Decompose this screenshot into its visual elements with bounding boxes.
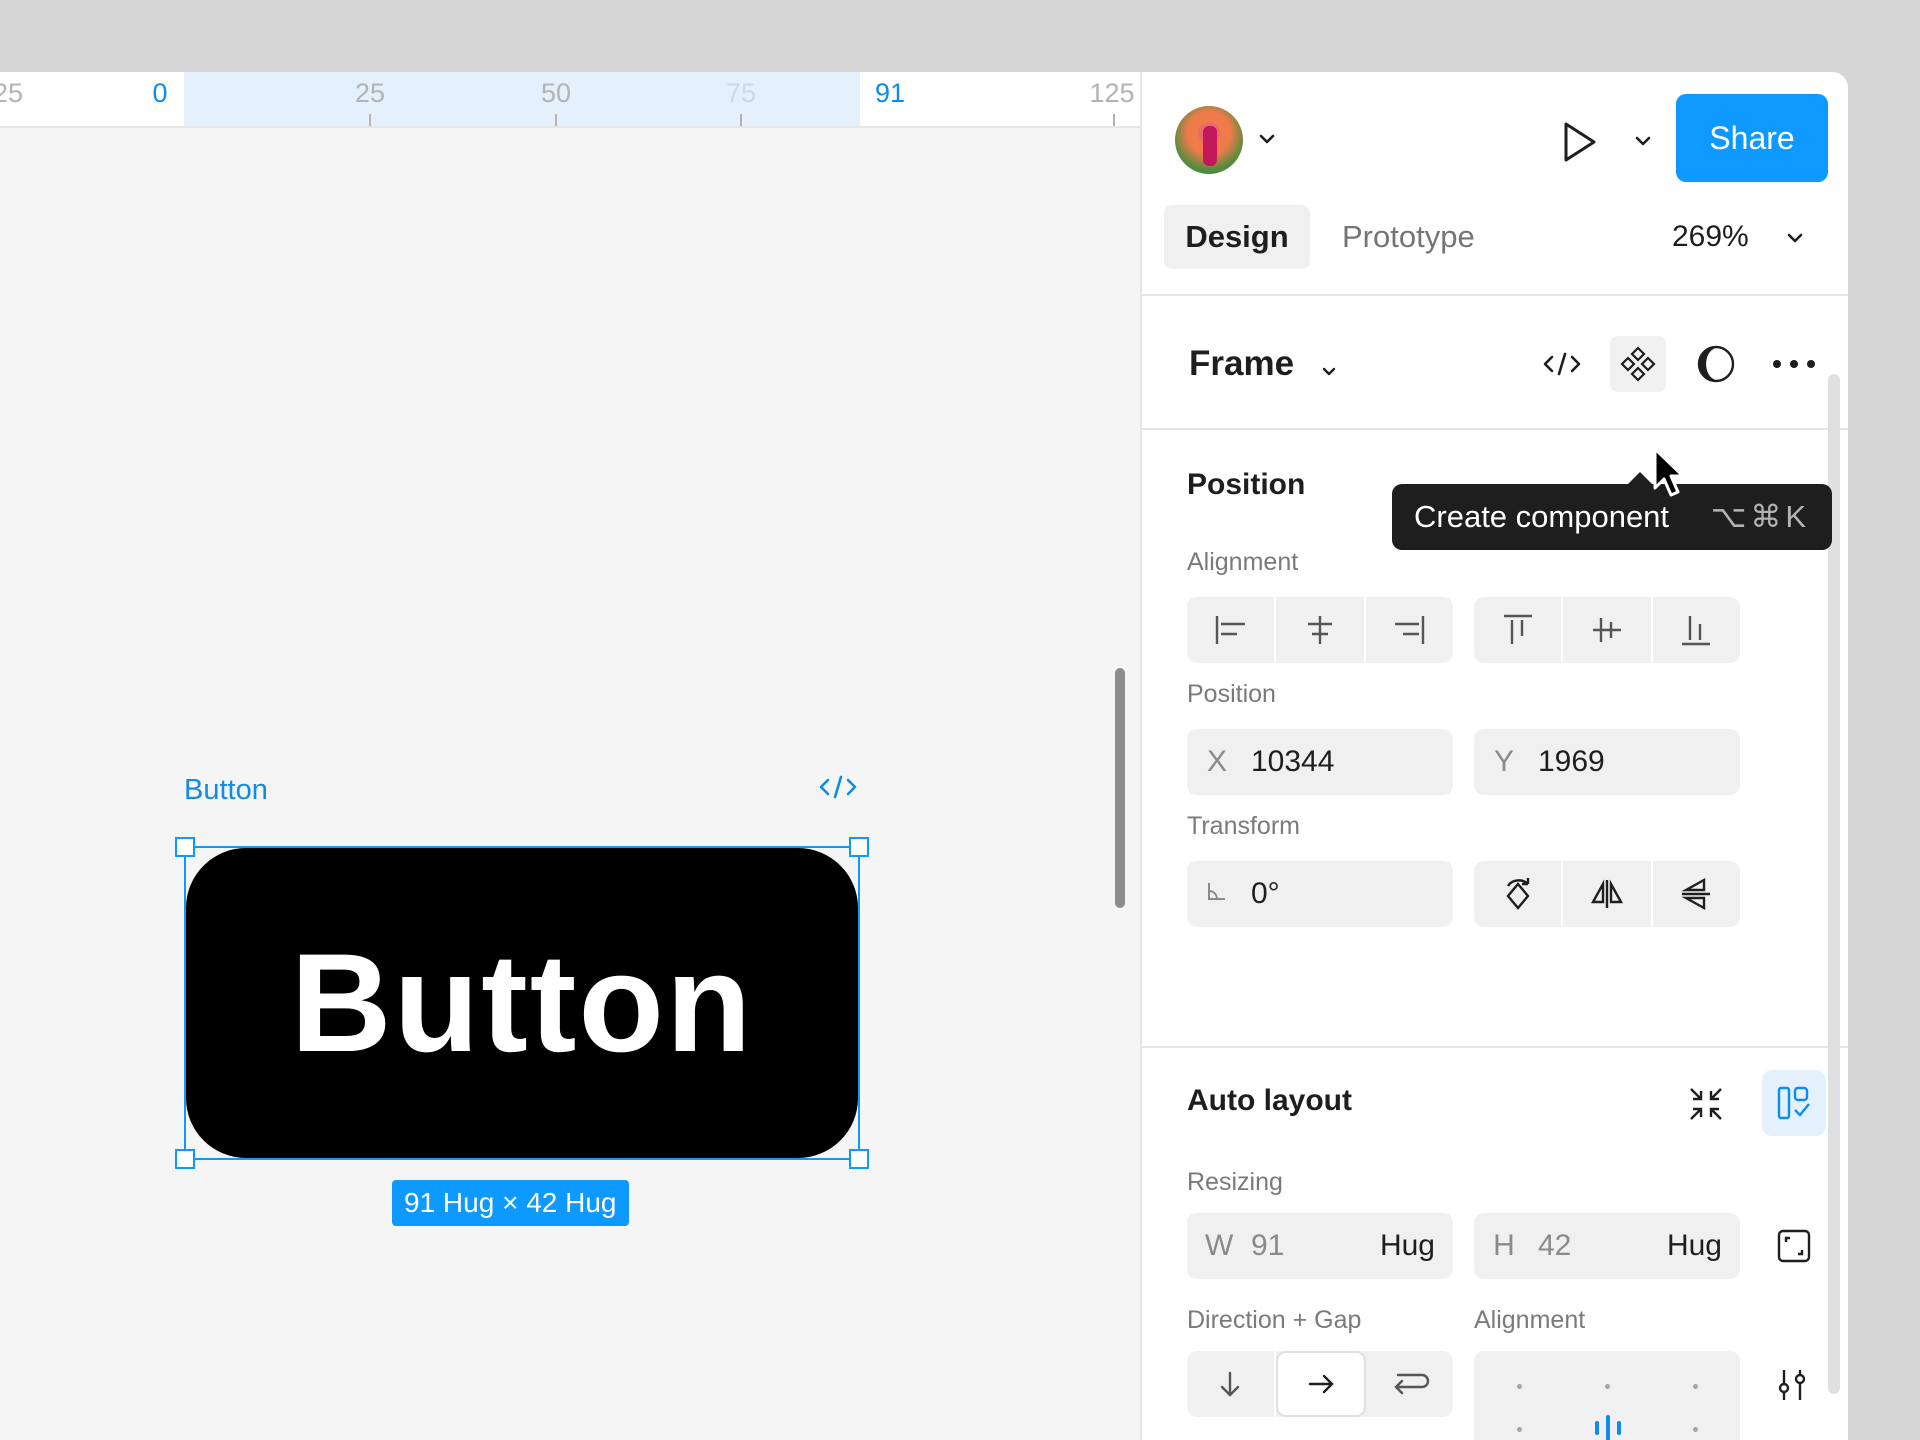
direction-gap-label: Direction + Gap	[1187, 1306, 1362, 1334]
tab-design[interactable]: Design	[1164, 205, 1310, 269]
mouse-cursor-icon	[1653, 447, 1685, 497]
properties-panel: Share Design Prototype 269% Frame Positi…	[1140, 72, 1848, 1440]
alignment-label: Alignment	[1187, 548, 1299, 576]
h-prefix: H	[1493, 1229, 1515, 1262]
alignment-grid[interactable]	[1474, 1351, 1740, 1440]
canvas-scrollbar[interactable]	[1115, 668, 1125, 908]
flip-horizontal-icon[interactable]	[1563, 861, 1653, 927]
align-right-icon[interactable]	[1366, 597, 1453, 663]
align-horizontal-center-icon[interactable]	[1276, 597, 1366, 663]
frame-header: Frame	[1142, 296, 1848, 430]
zoom-level[interactable]: 269%	[1672, 205, 1749, 269]
x-value: 10344	[1251, 745, 1335, 778]
resize-handle-bottom-left[interactable]	[175, 1149, 195, 1169]
y-position-field[interactable]: Y 1969	[1474, 729, 1740, 795]
auto-layout-settings-icon[interactable]	[1762, 1070, 1826, 1136]
selected-button-frame[interactable]: Button	[175, 837, 869, 1169]
avatar[interactable]	[1175, 106, 1243, 174]
resize-handle-top-right[interactable]	[849, 837, 869, 857]
chevron-down-icon[interactable]	[1632, 130, 1654, 152]
mask-icon[interactable]	[1688, 336, 1744, 392]
resize-handle-top-left[interactable]	[175, 837, 195, 857]
flip-vertical-icon[interactable]	[1653, 861, 1740, 927]
rotation-field[interactable]: 0°	[1187, 861, 1453, 927]
ruler-tick-end: 91	[874, 78, 906, 108]
create-component-icon[interactable]	[1610, 336, 1666, 392]
resize-handle-bottom-right[interactable]	[849, 1149, 869, 1169]
more-options-icon[interactable]	[1766, 336, 1822, 392]
ruler-tick-start: 0	[152, 78, 168, 108]
auto-layout-section-title: Auto layout	[1187, 1084, 1352, 1117]
canvas[interactable]	[0, 128, 1140, 1440]
transform-label: Transform	[1187, 812, 1300, 840]
w-mode[interactable]: Hug	[1380, 1229, 1435, 1263]
height-field[interactable]: H 42 Hug	[1474, 1213, 1740, 1279]
layer-type-title[interactable]: Frame	[1189, 344, 1294, 384]
alignment-center-indicator	[1592, 1413, 1624, 1440]
ruler-selection-range	[184, 72, 860, 126]
clip-content-icon[interactable]	[1772, 1224, 1816, 1268]
position-section-title: Position	[1187, 468, 1306, 501]
suggest-auto-layout-icon[interactable]	[1678, 1076, 1734, 1132]
tab-prototype[interactable]: Prototype	[1342, 205, 1475, 269]
button-text: Button	[290, 924, 754, 1081]
horizontal-align-group	[1187, 597, 1453, 663]
chevron-down-icon[interactable]	[1318, 360, 1340, 382]
chevron-down-icon[interactable]	[1256, 128, 1278, 150]
ruler-tick: 50	[540, 78, 572, 108]
w-prefix: W	[1205, 1229, 1234, 1262]
chevron-down-icon[interactable]	[1784, 227, 1806, 249]
angle-icon	[1205, 877, 1229, 911]
tooltip-shortcut: ⌥⌘K	[1710, 499, 1810, 534]
figma-window: 25 0 25 50 75 91 125 Button Button 91 Hu…	[0, 72, 1848, 1440]
auto-layout-divider	[1142, 1046, 1848, 1048]
align-bottom-icon[interactable]	[1653, 597, 1740, 663]
h-value: 42	[1538, 1229, 1572, 1262]
size-badge: 91 Hug × 42 Hug	[392, 1180, 629, 1226]
direction-horizontal-icon[interactable]	[1275, 1351, 1367, 1417]
rotation-value: 0°	[1251, 877, 1280, 910]
align-top-icon[interactable]	[1474, 597, 1564, 663]
resizing-label: Resizing	[1187, 1168, 1283, 1196]
play-icon[interactable]	[1554, 118, 1602, 166]
tooltip-text: Create component	[1414, 499, 1670, 534]
direction-vertical-icon[interactable]	[1187, 1351, 1276, 1417]
y-prefix: Y	[1493, 745, 1514, 778]
align-left-icon[interactable]	[1187, 597, 1277, 663]
direction-group	[1187, 1351, 1453, 1417]
transform-group	[1474, 861, 1740, 927]
advanced-settings-icon[interactable]	[1770, 1362, 1814, 1406]
share-button[interactable]: Share	[1676, 94, 1828, 182]
panel-topbar: Share Design Prototype 269%	[1142, 72, 1848, 296]
top-ruler: 25 0 25 50 75 91 125	[0, 72, 1140, 128]
width-field[interactable]: W 91 Hug	[1187, 1213, 1453, 1279]
ruler-tick: 25	[0, 78, 24, 108]
x-position-field[interactable]: X 10344	[1187, 729, 1453, 795]
ruler-tick: 25	[354, 78, 386, 108]
code-icon[interactable]	[1534, 336, 1590, 392]
button-shape[interactable]: Button	[186, 848, 858, 1158]
wrap-icon[interactable]	[1366, 1351, 1453, 1417]
h-mode[interactable]: Hug	[1667, 1229, 1722, 1263]
ruler-tick: 125	[1089, 78, 1135, 108]
position-label: Position	[1187, 680, 1276, 708]
align-vertical-center-icon[interactable]	[1563, 597, 1653, 663]
auto-layout-alignment-label: Alignment	[1474, 1306, 1586, 1334]
ruler-tick: 75	[725, 78, 757, 108]
rotate-icon[interactable]	[1474, 861, 1564, 927]
frame-name-label[interactable]: Button	[184, 774, 268, 807]
tooltip: Create component ⌥⌘K	[1392, 472, 1832, 550]
code-icon[interactable]	[818, 772, 858, 802]
vertical-align-group	[1474, 597, 1740, 663]
x-prefix: X	[1206, 745, 1227, 778]
w-value: 91	[1251, 1229, 1285, 1262]
y-value: 1969	[1538, 745, 1605, 778]
